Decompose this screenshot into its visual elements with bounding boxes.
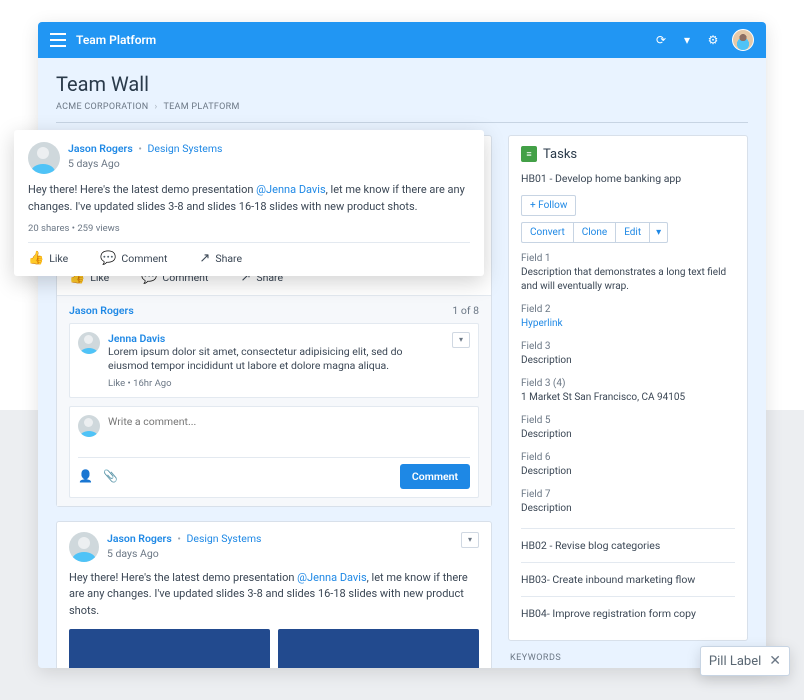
task-icon: ≡ bbox=[521, 146, 537, 162]
avatar[interactable] bbox=[28, 142, 60, 174]
avatar[interactable] bbox=[732, 29, 754, 51]
field-value: Description bbox=[521, 354, 735, 368]
comment-menu-button[interactable]: ▾ bbox=[452, 332, 470, 348]
comment-button[interactable]: 💬Comment bbox=[100, 251, 167, 266]
filter-icon[interactable]: ▾ bbox=[680, 33, 694, 47]
comment-author[interactable]: Jenna Davis bbox=[108, 332, 444, 345]
clone-button[interactable]: Clone bbox=[573, 222, 615, 243]
media-thumbnail-more[interactable]: 22+ bbox=[278, 629, 479, 668]
convert-button[interactable]: Convert bbox=[521, 222, 573, 243]
field-value: 1 Market St San Francisco, CA 94105 bbox=[521, 391, 735, 405]
post-body: Hey there! Here's the latest demo presen… bbox=[69, 570, 479, 620]
task-item[interactable]: HB02 - Revise blog categories bbox=[521, 528, 735, 562]
post-group[interactable]: Design Systems bbox=[186, 532, 261, 545]
floating-pill[interactable]: Pill Label ✕ bbox=[700, 646, 790, 676]
app-title: Team Platform bbox=[76, 33, 156, 47]
thumbs-up-icon: 👍 bbox=[28, 251, 44, 266]
task-primary-title[interactable]: HB01 - Develop home banking app bbox=[521, 172, 735, 185]
hamburger-icon[interactable] bbox=[50, 33, 66, 47]
field-link[interactable]: Hyperlink bbox=[521, 318, 563, 329]
field-label: Field 7 bbox=[521, 489, 735, 500]
comment-item: Jenna Davis Lorem ipsum dolor sit amet, … bbox=[69, 323, 479, 398]
breadcrumb: ACME CORPORATION › TEAM PLATFORM bbox=[56, 102, 748, 112]
like-button[interactable]: 👍Like bbox=[28, 251, 68, 266]
field-label: Field 3 bbox=[521, 341, 735, 352]
task-item[interactable]: HB03- Create inbound marketing flow bbox=[521, 562, 735, 596]
app-window: Team Platform ⟳ ▾ ⚙ Team Wall ACME CORPO… bbox=[38, 22, 766, 668]
task-fields: Field 1 Description that demonstrates a l… bbox=[521, 253, 735, 516]
comment-composer: 👤 📎 Comment bbox=[69, 406, 479, 498]
field-value: Hyperlink bbox=[521, 317, 735, 331]
post-author[interactable]: Jason Rogers bbox=[68, 142, 133, 155]
refresh-icon[interactable]: ⟳ bbox=[654, 33, 668, 47]
follow-button[interactable]: + Follow bbox=[521, 195, 576, 216]
edit-button[interactable]: Edit bbox=[615, 222, 649, 243]
attach-icon[interactable]: 📎 bbox=[103, 469, 118, 483]
field-label: Field 1 bbox=[521, 253, 735, 264]
field-label: Field 2 bbox=[521, 304, 735, 315]
mention-link[interactable]: @Jenna Davis bbox=[297, 571, 366, 584]
topbar: Team Platform ⟳ ▾ ⚙ bbox=[38, 22, 766, 58]
field-label: Field 3 (4) bbox=[521, 378, 735, 389]
avatar[interactable] bbox=[69, 532, 99, 562]
breadcrumb-section[interactable]: TEAM PLATFORM bbox=[163, 102, 239, 112]
task-item[interactable]: HB04- Improve registration form copy bbox=[521, 596, 735, 630]
field-value: Description bbox=[521, 502, 735, 516]
field-label: Field 5 bbox=[521, 415, 735, 426]
gear-icon[interactable]: ⚙ bbox=[706, 33, 720, 47]
page-title: Team Wall bbox=[56, 72, 748, 96]
tasks-title: Tasks bbox=[543, 147, 577, 162]
feed-post: Jason Rogers • Design Systems 5 days Ago… bbox=[56, 521, 492, 668]
field-value: Description that demonstrates a long tex… bbox=[521, 266, 735, 294]
more-actions-button[interactable]: ▾ bbox=[649, 222, 668, 243]
field-value: Description bbox=[521, 465, 735, 479]
pill-label: Pill Label bbox=[709, 654, 761, 669]
person-icon[interactable]: 👤 bbox=[78, 469, 93, 483]
post-body: Hey there! Here's the latest demo presen… bbox=[28, 182, 470, 215]
comment-body: Lorem ipsum dolor sit amet, consectetur … bbox=[108, 345, 444, 374]
field-value: Description bbox=[521, 428, 735, 442]
post-time: 5 days Ago bbox=[107, 547, 261, 562]
post-menu-button[interactable]: ▾ bbox=[461, 532, 479, 548]
mention-link[interactable]: @Jenna Davis bbox=[256, 183, 325, 196]
media-thumbnail[interactable] bbox=[69, 629, 270, 668]
comment-icon: 💬 bbox=[100, 251, 116, 266]
avatar bbox=[78, 415, 100, 437]
comments-panel: Jason Rogers 1 of 8 Jenna Davis Lorem ip… bbox=[57, 295, 491, 506]
breadcrumb-org[interactable]: ACME CORPORATION bbox=[56, 102, 148, 112]
share-icon: ↗ bbox=[199, 251, 210, 266]
comment-input[interactable] bbox=[108, 415, 470, 428]
comments-pagination: 1 of 8 bbox=[452, 304, 479, 317]
field-label: Field 6 bbox=[521, 452, 735, 463]
post-stats: 20 shares • 259 views bbox=[28, 223, 470, 234]
post-popover: Jason Rogers • Design Systems 5 days Ago… bbox=[14, 130, 484, 276]
close-icon[interactable]: ✕ bbox=[769, 653, 781, 669]
post-time: 5 days Ago bbox=[68, 157, 222, 172]
share-button[interactable]: ↗Share bbox=[199, 251, 242, 266]
avatar[interactable] bbox=[78, 332, 100, 354]
comment-meta: Like • 16hr Ago bbox=[108, 378, 444, 389]
post-group[interactable]: Design Systems bbox=[147, 142, 222, 155]
tasks-card: ≡ Tasks HB01 - Develop home banking app … bbox=[508, 135, 748, 641]
submit-comment-button[interactable]: Comment bbox=[400, 464, 470, 489]
post-author[interactable]: Jason Rogers bbox=[107, 532, 172, 545]
comments-author[interactable]: Jason Rogers bbox=[69, 304, 134, 317]
